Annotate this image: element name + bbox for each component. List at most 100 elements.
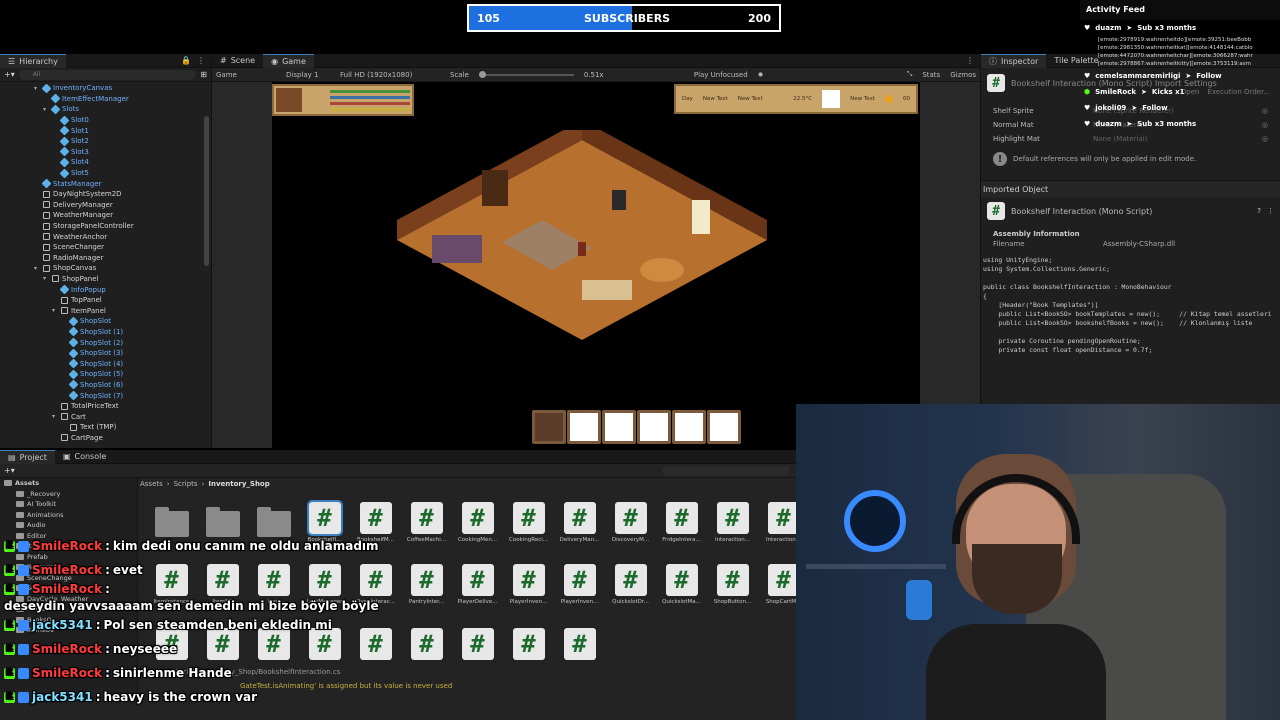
hierarchy-item[interactable]: ShopSlot (4) (0, 358, 211, 369)
gameobject-icon (43, 254, 50, 262)
inventory-slot[interactable] (637, 410, 671, 444)
project-search-input[interactable] (662, 465, 790, 476)
hierarchy-item[interactable]: ShopSlot (2) (0, 337, 211, 348)
chevron-down-icon[interactable]: ▾ (43, 106, 49, 113)
play-mode-dropdown[interactable]: Play Unfocused (694, 71, 748, 79)
asset-item[interactable]: # (503, 628, 554, 660)
tab-hierarchy[interactable]: ☰ Hierarchy (0, 53, 66, 68)
hierarchy-item[interactable]: Slot0 (0, 115, 211, 126)
tab-inspector[interactable]: ⓘ Inspector (981, 53, 1047, 68)
audio-icon[interactable]: ✹ (758, 71, 764, 79)
hierarchy-item[interactable]: TotalPriceText (0, 401, 211, 412)
hierarchy-item[interactable]: ▾ Slots (0, 104, 211, 115)
hierarchy-item[interactable]: WeatherManager (0, 210, 211, 221)
inventory-slot[interactable] (532, 410, 566, 444)
hierarchy-item[interactable]: ShopSlot (5) (0, 369, 211, 380)
game-viewport[interactable]: Day New Text New Text 22.5°C New Text 00 (272, 82, 920, 448)
hierarchy-item[interactable]: ShopSlot (0, 316, 211, 327)
asset-item[interactable]: # CookingReci... (503, 502, 554, 543)
inventory-slot[interactable] (672, 410, 706, 444)
hierarchy-item[interactable]: ShopSlot (7) (0, 390, 211, 401)
breadcrumb-item[interactable]: Scripts (174, 480, 198, 488)
breadcrumb-item[interactable]: Inventory_Shop (208, 480, 269, 488)
hierarchy-item[interactable]: StoragePanelController (0, 221, 211, 232)
hierarchy-item[interactable]: ShopSlot (1) (0, 327, 211, 338)
hierarchy-item[interactable]: ShopSlot (6) (0, 379, 211, 391)
breadcrumb-item[interactable]: Assets (140, 480, 163, 488)
gizmos-toggle[interactable]: Gizmos (950, 71, 976, 79)
hierarchy-item[interactable]: ▾ InventoryCanvas (0, 83, 211, 94)
hierarchy-item[interactable]: StatsManager (0, 178, 211, 189)
project-tree-item[interactable]: Assets (0, 478, 137, 489)
add-icon[interactable]: +▾ (4, 466, 15, 475)
asset-item[interactable]: # PlayerInven... (554, 564, 605, 605)
menu-icon[interactable]: ⋮ (966, 56, 980, 65)
tab-scene[interactable]: # Scene (212, 54, 263, 68)
chevron-down-icon[interactable]: ▾ (34, 265, 40, 272)
hierarchy-item[interactable]: ▾ ShopCanvas (0, 263, 211, 274)
hierarchy-scrollbar[interactable] (204, 116, 209, 266)
asset-item[interactable]: # FridgeIntera... (656, 502, 707, 543)
asset-item[interactable]: # CookingMen... (452, 502, 503, 543)
asset-item[interactable]: # (554, 628, 605, 660)
hierarchy-item-label: TopPanel (71, 296, 102, 305)
hierarchy-item[interactable]: ▾ ItemPanel (0, 305, 211, 316)
display-dropdown[interactable]: Display 1 (286, 71, 330, 79)
asset-item[interactable]: # DiscoveryM... (605, 502, 656, 543)
chevron-down-icon[interactable]: ▾ (43, 275, 49, 282)
hierarchy-item[interactable]: SceneChanger (0, 242, 211, 253)
hierarchy-item[interactable]: Text (TMP) (0, 422, 211, 433)
asset-item[interactable]: # DeliveryMan... (554, 502, 605, 543)
asset-item[interactable]: # Interaction... (707, 502, 758, 543)
lock-icon[interactable]: 🔒 (181, 56, 191, 65)
asset-item[interactable]: # ShopButton... (707, 564, 758, 605)
inventory-slot[interactable] (567, 410, 601, 444)
hierarchy-item[interactable]: Slot3 (0, 146, 211, 158)
project-tree-item[interactable]: AI Toolkit (0, 499, 137, 510)
filter-icon[interactable]: ⊞ (200, 70, 207, 79)
asset-item[interactable]: # (452, 628, 503, 660)
tab-console[interactable]: ▣ Console (55, 450, 114, 464)
hierarchy-item[interactable]: RadioManager (0, 253, 211, 264)
asset-item[interactable]: # PlayerInven... (503, 564, 554, 605)
feed-text: Sub x3 months (1137, 120, 1197, 128)
asset-item[interactable]: # QuickslotDr... (605, 564, 656, 605)
hierarchy-item[interactable]: DayNightSystem2D (0, 189, 211, 200)
folder-icon (16, 501, 24, 508)
chevron-down-icon[interactable]: ▾ (34, 85, 40, 92)
settings-icon[interactable]: ⋮ (1267, 207, 1274, 215)
stats-toggle[interactable]: Stats (922, 71, 940, 79)
hierarchy-item[interactable]: Slot5 (0, 168, 211, 179)
hierarchy-item[interactable]: ItemEffectManager (0, 93, 211, 105)
tab-game[interactable]: ◉ Game (263, 53, 314, 68)
hierarchy-item[interactable]: Slot4 (0, 157, 211, 168)
mute-icon[interactable]: ⤡ (907, 70, 913, 79)
chevron-down-icon[interactable]: ▾ (52, 413, 58, 420)
tab-project[interactable]: ▤ Project (0, 449, 55, 464)
project-tree-item[interactable]: Audio (0, 520, 137, 531)
menu-icon[interactable]: ⋮ (197, 56, 205, 65)
hierarchy-item[interactable]: Slot1 (0, 125, 211, 136)
add-icon[interactable]: +▾ (4, 70, 15, 79)
hierarchy-search-input[interactable]: All (18, 69, 197, 80)
hierarchy-item[interactable]: CartPage (0, 433, 211, 444)
hierarchy-item[interactable]: WeatherAnchor (0, 231, 211, 242)
chevron-down-icon[interactable]: ▾ (52, 307, 58, 314)
hierarchy-item[interactable]: ▾ ShopPanel (0, 274, 211, 285)
mode-dropdown[interactable]: Game (216, 71, 276, 79)
asset-item[interactable]: # PlayerDelive... (452, 564, 503, 605)
hierarchy-item[interactable]: DeliveryManager (0, 200, 211, 211)
hierarchy-item[interactable]: InfoPopup (0, 284, 211, 295)
inventory-slot[interactable] (707, 410, 741, 444)
resolution-dropdown[interactable]: Full HD (1920x1080) (340, 71, 440, 79)
help-icon[interactable]: ? (1257, 207, 1261, 215)
project-tree-item[interactable]: Animations (0, 510, 137, 521)
hierarchy-item[interactable]: Slot2 (0, 136, 211, 147)
scale-slider[interactable] (478, 70, 574, 78)
asset-item[interactable]: # QuickslotMa... (656, 564, 707, 605)
inventory-slot[interactable] (602, 410, 636, 444)
hierarchy-item[interactable]: ShopSlot (3) (0, 348, 211, 359)
project-tree-item[interactable]: _Recovery (0, 489, 137, 500)
hierarchy-item[interactable]: TopPanel (0, 295, 211, 306)
hierarchy-item[interactable]: ▾ Cart (0, 411, 211, 422)
